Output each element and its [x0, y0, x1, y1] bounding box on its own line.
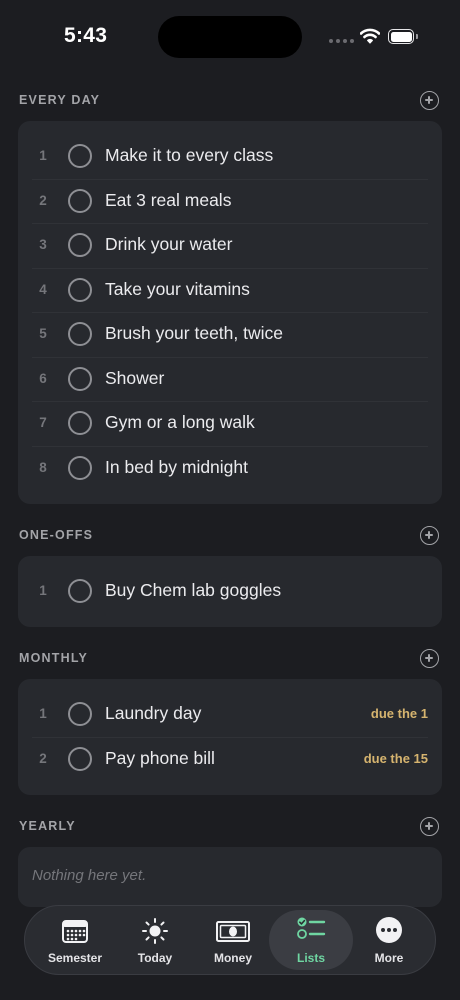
tab-more[interactable]: More: [347, 910, 431, 970]
section-every-day: EVERY DAY 1 Make it to every class 2 Eat…: [0, 91, 460, 504]
calendar-icon: [62, 920, 88, 943]
item-number: 8: [39, 459, 47, 475]
item-number: 5: [39, 326, 47, 341]
banknote-icon: [216, 921, 250, 942]
list-item[interactable]: 5 Brush your teeth, twice: [18, 312, 442, 357]
list-item[interactable]: 7 Gym or a long walk: [18, 401, 442, 446]
item-label: Make it to every class: [105, 145, 274, 165]
section-title: MONTHLY: [19, 651, 89, 665]
section-title: ONE-OFFS: [19, 528, 94, 542]
section-yearly: YEARLY Nothing here yet.: [0, 817, 460, 907]
tab-label: Today: [137, 951, 173, 965]
item-label: Shower: [105, 367, 165, 388]
sun-icon: [142, 918, 168, 944]
tab-money[interactable]: Money: [191, 910, 275, 970]
item-label: Gym or a long walk: [105, 412, 255, 432]
list-card: 1 Buy Chem lab goggles: [18, 556, 442, 627]
battery-icon: [388, 29, 414, 44]
item-label: Brush your teeth, twice: [105, 323, 283, 343]
tab-label: Semester: [47, 951, 103, 965]
battery-tip: [416, 34, 418, 39]
item-label: Eat 3 real meals: [105, 189, 232, 210]
checkbox[interactable]: [68, 411, 92, 435]
checkbox[interactable]: [68, 144, 92, 168]
due-date-label: due the 1: [370, 706, 428, 721]
checkbox[interactable]: [68, 277, 92, 302]
item-label: Drink your water: [105, 234, 233, 254]
status-time: 5:43: [64, 24, 108, 47]
item-number: 1: [39, 148, 47, 163]
section-one-offs: ONE-OFFS 1 Buy Chem lab goggles: [0, 526, 460, 627]
add-item-button[interactable]: [420, 649, 439, 668]
checkbox[interactable]: [68, 366, 92, 391]
list-item[interactable]: 3 Drink your water: [18, 223, 442, 268]
item-label: In bed by midnight: [105, 456, 249, 477]
checkbox[interactable]: [68, 322, 92, 346]
checkbox[interactable]: [68, 233, 92, 257]
list-item[interactable]: 8 In bed by midnight: [18, 445, 442, 491]
item-number: 4: [39, 281, 47, 297]
checkbox[interactable]: [68, 579, 92, 603]
tab-semester[interactable]: Semester: [33, 910, 117, 970]
list-item[interactable]: 1 Laundry day due the 1: [18, 692, 442, 737]
wifi-icon: [360, 28, 380, 44]
checkbox[interactable]: [68, 702, 92, 726]
list-item[interactable]: 4 Take your vitamins: [18, 267, 442, 313]
tab-lists[interactable]: Lists: [269, 910, 353, 970]
status-bar: 5:43: [0, 0, 460, 80]
item-number: 2: [39, 192, 47, 208]
ellipsis-icon: [376, 917, 402, 943]
list-item[interactable]: 1 Make it to every class: [18, 134, 442, 179]
list-card: 1 Make it to every class 2 Eat 3 real me…: [18, 121, 442, 504]
tab-bar: Semester Today Money Lists More: [24, 905, 436, 975]
tab-label: Lists: [296, 951, 325, 965]
item-label: Pay phone bill: [105, 747, 215, 768]
dynamic-island: [158, 16, 302, 58]
add-item-button[interactable]: [420, 817, 439, 836]
section-title: YEARLY: [19, 819, 76, 833]
tab-label: Money: [213, 951, 252, 965]
due-date-label: due the 15: [363, 750, 428, 766]
item-label: Take your vitamins: [105, 278, 250, 299]
section-title: EVERY DAY: [19, 93, 101, 107]
cellular-signal-icon: [329, 39, 354, 43]
list-item[interactable]: 1 Buy Chem lab goggles: [18, 569, 442, 614]
item-label: Laundry day: [105, 703, 202, 723]
item-number: 6: [39, 370, 47, 386]
item-number: 2: [39, 750, 47, 766]
checkbox[interactable]: [68, 188, 92, 213]
item-number: 3: [39, 237, 47, 252]
checkbox[interactable]: [68, 455, 92, 480]
list-item[interactable]: 2 Pay phone bill due the 15: [18, 736, 442, 782]
item-number: 7: [39, 415, 47, 430]
add-item-button[interactable]: [420, 526, 439, 545]
list-item[interactable]: 6 Shower: [18, 356, 442, 402]
item-number: 1: [39, 583, 47, 598]
tab-label: More: [374, 951, 404, 965]
empty-state-text: Nothing here yet.: [32, 867, 147, 884]
section-monthly: MONTHLY 1 Laundry day due the 1 2 Pay ph…: [0, 649, 460, 795]
item-label: Buy Chem lab goggles: [105, 580, 282, 600]
list-item[interactable]: 2 Eat 3 real meals: [18, 178, 442, 224]
list-card: 1 Laundry day due the 1 2 Pay phone bill…: [18, 679, 442, 795]
checklist-icon: [297, 917, 326, 939]
tab-today[interactable]: Today: [113, 910, 197, 970]
list-card: Nothing here yet.: [18, 847, 442, 907]
item-number: 1: [39, 706, 47, 721]
checkbox[interactable]: [68, 746, 92, 771]
add-item-button[interactable]: [420, 91, 439, 110]
